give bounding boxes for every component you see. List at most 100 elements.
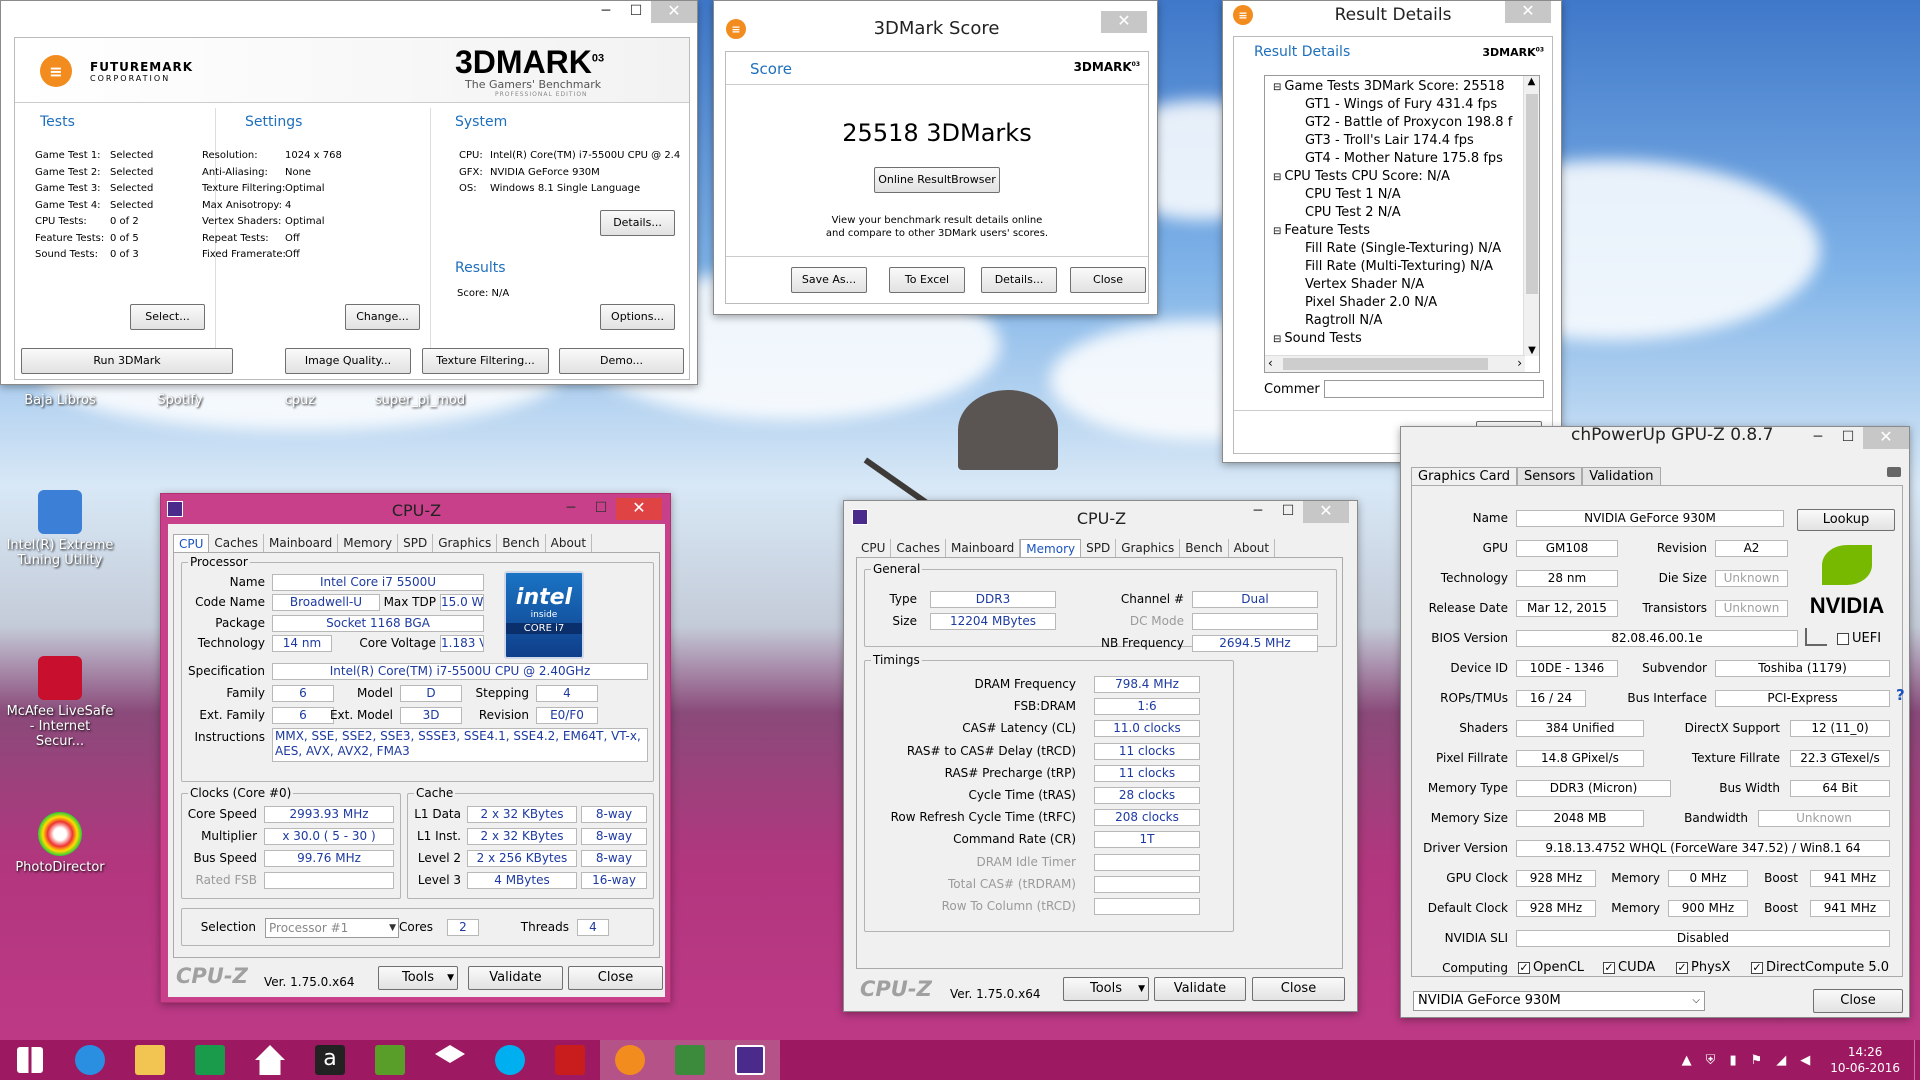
close-icon[interactable]: ✕	[651, 1, 697, 23]
physx-checkbox[interactable]: ✓ PhysX	[1676, 960, 1730, 975]
minimize-icon[interactable]: ─	[591, 1, 621, 23]
to-excel-button[interactable]: To Excel	[889, 267, 965, 293]
directcompute-checkbox[interactable]: ✓ DirectCompute 5.0	[1751, 960, 1889, 975]
online-resultbrowser-button[interactable]: Online ResultBrowser	[874, 167, 1000, 193]
taskbar-cpuz[interactable]	[720, 1040, 780, 1080]
tab-bench[interactable]: Bench	[1180, 539, 1229, 557]
scroll-down-icon[interactable]: ▼	[1524, 345, 1539, 356]
uefi-checkbox[interactable]: UEFI	[1837, 631, 1881, 646]
tab-memory[interactable]: Memory	[1020, 539, 1082, 557]
volume-icon[interactable]: ◀	[1800, 1053, 1810, 1068]
tree-item[interactable]: Ragtroll N/A	[1305, 313, 1523, 328]
tree-expander-icon[interactable]: ⊟	[1273, 172, 1281, 183]
tab-bench[interactable]: Bench	[497, 534, 546, 552]
details-button[interactable]: Details...	[981, 267, 1057, 293]
scroll-thumb-h[interactable]	[1283, 358, 1488, 370]
tree-item[interactable]: ⊟ CPU Tests CPU Score: N/A	[1273, 169, 1523, 184]
tree-item[interactable]: Vertex Shader N/A	[1305, 277, 1523, 292]
save-as-button[interactable]: Save As...	[791, 267, 867, 293]
start-button[interactable]	[0, 1040, 60, 1080]
scroll-left-icon[interactable]: ‹	[1268, 356, 1273, 370]
tree-item[interactable]: GT2 - Battle of Proxycon 198.8 f	[1305, 115, 1523, 130]
taskbar-toolbox[interactable]	[540, 1040, 600, 1080]
demo-button[interactable]: Demo...	[559, 348, 684, 374]
texture-filtering-button[interactable]: Texture Filtering...	[422, 348, 549, 374]
tab-graphics[interactable]: Graphics	[1116, 539, 1181, 557]
taskbar-dropbox[interactable]	[420, 1040, 480, 1080]
desktop-icon-mcafee[interactable]: McAfee LiveSafe - Internet Secur...	[5, 656, 115, 749]
taskbar-explorer[interactable]	[120, 1040, 180, 1080]
details-button[interactable]: Details...	[600, 210, 675, 236]
camera-icon[interactable]	[1887, 467, 1901, 477]
tree-item[interactable]: Pixel Shader 2.0 N/A	[1305, 295, 1523, 310]
tree-item[interactable]: ⊟ Sound Tests	[1273, 331, 1523, 346]
maximize-icon[interactable]: ☐	[621, 1, 651, 23]
taskbar-store[interactable]	[180, 1040, 240, 1080]
desktop-icon-intel-xtu[interactable]: Intel(R) Extreme Tuning Utility	[5, 490, 115, 568]
tree-item[interactable]: Fill Rate (Single-Texturing) N/A	[1305, 241, 1523, 256]
tab-about[interactable]: About	[546, 534, 593, 552]
close-icon[interactable]: ✕	[1303, 501, 1349, 523]
battery-icon[interactable]: ▮	[1729, 1053, 1736, 1068]
taskbar-games[interactable]	[360, 1040, 420, 1080]
tab-about[interactable]: About	[1229, 539, 1276, 557]
close-button[interactable]: Close	[1813, 989, 1903, 1013]
taskbar-gpuz[interactable]	[660, 1040, 720, 1080]
tree-item[interactable]: GT4 - Mother Nature 175.8 fps	[1305, 151, 1523, 166]
close-icon[interactable]: ✕	[1863, 427, 1909, 449]
taskbar-home[interactable]	[240, 1040, 300, 1080]
network-icon[interactable]: ◢	[1776, 1053, 1786, 1068]
vertical-scrollbar[interactable]: ▲ ▼	[1523, 76, 1539, 356]
shield-icon[interactable]: ⛨	[1706, 1053, 1716, 1068]
close-button[interactable]: Close	[1252, 977, 1345, 1001]
select-button[interactable]: Select...	[130, 304, 205, 330]
tree-expander-icon[interactable]: ⊟	[1273, 82, 1281, 93]
tree-item[interactable]: CPU Test 2 N/A	[1305, 205, 1523, 220]
minimize-icon[interactable]: ─	[556, 498, 586, 520]
tree-item[interactable]: ⊟ Feature Tests	[1273, 223, 1523, 238]
scroll-thumb[interactable]	[1526, 94, 1538, 294]
tab-caches[interactable]: Caches	[891, 539, 946, 557]
run-3dmark-button[interactable]: Run 3DMark	[21, 348, 233, 374]
comment-input[interactable]	[1324, 380, 1544, 398]
maximize-icon[interactable]: ☐	[1273, 501, 1303, 523]
lookup-button[interactable]: Lookup	[1797, 509, 1895, 531]
selection-dropdown[interactable]: Processor #1 ▼	[265, 918, 399, 938]
desktop-icon-photodirector[interactable]: PhotoDirector	[5, 812, 115, 875]
desktop-icon-cpuz[interactable]: cpuz	[245, 393, 355, 408]
tree-item[interactable]: Fill Rate (Multi-Texturing) N/A	[1305, 259, 1523, 274]
taskbar-skype[interactable]	[480, 1040, 540, 1080]
tab-mainboard[interactable]: Mainboard	[946, 539, 1021, 557]
tools-button[interactable]: Tools ▼	[1063, 977, 1149, 1001]
scroll-right-icon[interactable]: ›	[1517, 356, 1522, 370]
tab-memory[interactable]: Memory	[338, 534, 399, 552]
tree-item[interactable]: ⊟ Game Tests 3DMark Score: 25518	[1273, 79, 1523, 94]
close-button[interactable]: Close	[1070, 267, 1146, 293]
maximize-icon[interactable]: ☐	[1833, 427, 1863, 449]
clock[interactable]: 14:26 10-06-2016	[1830, 1044, 1900, 1076]
validate-button[interactable]: Validate	[1154, 977, 1246, 1001]
cuda-checkbox[interactable]: ✓ CUDA	[1603, 960, 1655, 975]
tree-item[interactable]: CPU Test 1 N/A	[1305, 187, 1523, 202]
tray-chevron-icon[interactable]: ▲	[1682, 1053, 1692, 1068]
tab-cpu[interactable]: CPU	[856, 539, 892, 557]
validate-button[interactable]: Validate	[468, 966, 563, 990]
desktop-icon-super-pi[interactable]: super_pi_mod	[365, 393, 475, 408]
result-tree[interactable]: ⊟ Game Tests 3DMark Score: 25518 GT1 - Win…	[1264, 75, 1540, 373]
options-button[interactable]: Options...	[600, 304, 675, 330]
tree-expander-icon[interactable]: ⊟	[1273, 334, 1281, 345]
tree-item[interactable]: GT3 - Troll's Lair 174.4 fps	[1305, 133, 1523, 148]
tab-cpu[interactable]: CPU	[173, 534, 210, 552]
close-button[interactable]: Close	[568, 966, 663, 990]
gpu-select-dropdown[interactable]: NVIDIA GeForce 930M ⌵	[1413, 991, 1705, 1011]
close-icon[interactable]: ✕	[1505, 1, 1551, 23]
desktop-icon-spotify[interactable]: Spotify	[125, 393, 235, 408]
close-icon[interactable]: ✕	[616, 498, 662, 520]
image-quality-button[interactable]: Image Quality...	[285, 348, 411, 374]
help-icon[interactable]: ?	[1896, 686, 1905, 704]
tree-expander-icon[interactable]: ⊟	[1273, 226, 1281, 237]
scroll-up-icon[interactable]: ▲	[1524, 76, 1539, 87]
taskbar-amazon[interactable]: a	[300, 1040, 360, 1080]
tab-graphics-card[interactable]: Graphics Card	[1411, 467, 1517, 486]
show-desktop[interactable]	[1914, 1040, 1920, 1080]
